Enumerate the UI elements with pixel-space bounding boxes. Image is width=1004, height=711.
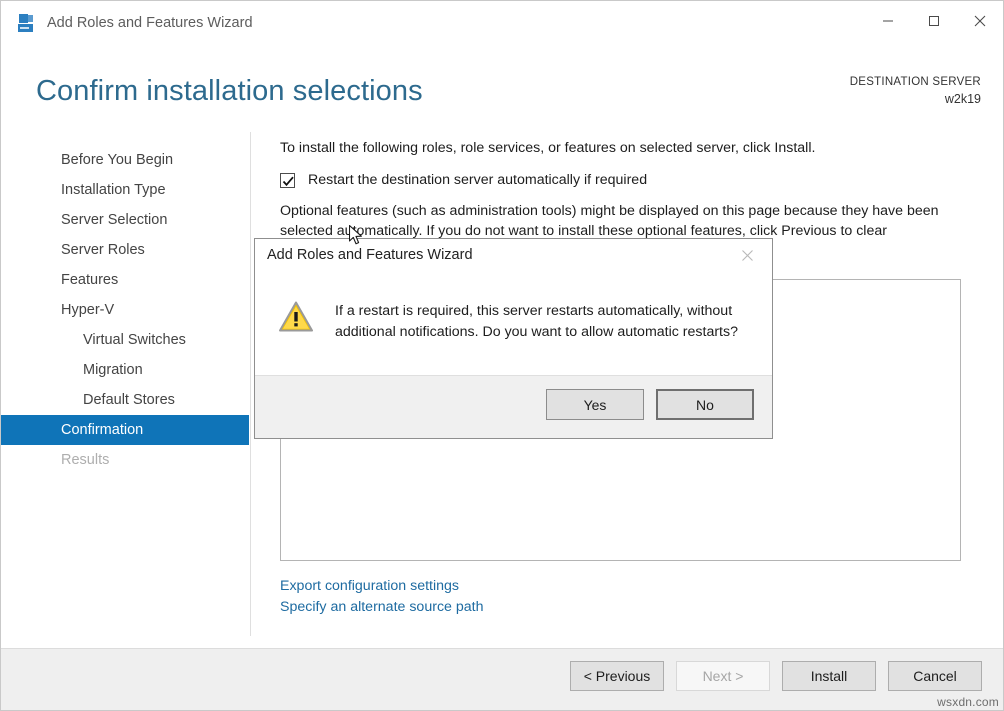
sidebar-item-installation-type[interactable]: Installation Type	[1, 175, 251, 205]
destination-server: DESTINATION SERVER w2k19	[850, 74, 981, 108]
minimize-icon[interactable]	[865, 1, 911, 41]
maximize-icon[interactable]	[911, 1, 957, 41]
watermark: wsxdn.com	[937, 695, 999, 709]
optional-features-note: Optional features (such as administratio…	[280, 201, 950, 241]
dialog-button-bar: Yes No	[255, 375, 772, 438]
dialog-no-button[interactable]: No	[656, 389, 754, 420]
sidebar-item-features[interactable]: Features	[1, 265, 251, 295]
sidebar-item-results: Results	[1, 445, 251, 475]
specify-alternate-source-path-link[interactable]: Specify an alternate source path	[280, 597, 483, 618]
dialog-title: Add Roles and Features Wizard	[267, 247, 473, 263]
sidebar-item-default-stores[interactable]: Default Stores	[1, 385, 251, 415]
server-icon	[18, 14, 37, 33]
dialog-buttons: Yes No	[546, 389, 754, 420]
sidebar-item-server-selection[interactable]: Server Selection	[1, 205, 251, 235]
close-icon[interactable]	[726, 240, 768, 270]
restart-checkbox-row[interactable]: Restart the destination server automatic…	[280, 172, 647, 188]
dialog-message-row: If a restart is required, this server re…	[279, 301, 745, 343]
destination-server-name: w2k19	[850, 91, 981, 108]
previous-button[interactable]: < Previous	[570, 661, 664, 691]
close-icon[interactable]	[957, 1, 1003, 41]
sidebar-item-hyper-v[interactable]: Hyper-V	[1, 295, 251, 325]
dialog-message: If a restart is required, this server re…	[335, 301, 745, 343]
window-controls	[865, 1, 1003, 41]
footer-buttons: < Previous Next > Install Cancel	[570, 661, 982, 691]
confirm-restart-dialog: Add Roles and Features Wizard If a resta…	[254, 238, 773, 439]
page-title: Confirm installation selections	[36, 75, 423, 108]
content-links: Export configuration settings Specify an…	[280, 576, 483, 618]
restart-checkbox-label: Restart the destination server automatic…	[308, 172, 647, 188]
export-configuration-settings-link[interactable]: Export configuration settings	[280, 576, 483, 597]
sidebar-item-migration[interactable]: Migration	[1, 355, 251, 385]
wizard-window: Add Roles and Features Wizard Confirm in…	[0, 0, 1004, 711]
cancel-button[interactable]: Cancel	[888, 661, 982, 691]
wizard-navigation: Before You BeginInstallation TypeServer …	[1, 132, 251, 648]
window-title: Add Roles and Features Wizard	[47, 14, 253, 33]
restart-checkbox[interactable]	[280, 173, 295, 188]
dialog-body: If a restart is required, this server re…	[255, 281, 772, 375]
destination-server-label: DESTINATION SERVER	[850, 74, 981, 91]
sidebar-item-virtual-switches[interactable]: Virtual Switches	[1, 325, 251, 355]
next-button: Next >	[676, 661, 770, 691]
instruction-text: To install the following roles, role ser…	[280, 140, 815, 156]
dialog-yes-button[interactable]: Yes	[546, 389, 644, 420]
warning-icon	[279, 301, 313, 332]
sidebar-item-server-roles[interactable]: Server Roles	[1, 235, 251, 265]
dialog-title-bar: Add Roles and Features Wizard	[255, 239, 772, 281]
heading-row: Confirm installation selections DESTINAT…	[1, 48, 1003, 132]
sidebar-item-confirmation[interactable]: Confirmation	[1, 415, 249, 445]
wizard-footer: < Previous Next > Install Cancel	[1, 648, 1003, 710]
title-bar-left: Add Roles and Features Wizard	[1, 1, 253, 33]
install-button[interactable]: Install	[782, 661, 876, 691]
title-bar: Add Roles and Features Wizard	[1, 1, 1003, 48]
sidebar-item-before-you-begin[interactable]: Before You Begin	[1, 145, 251, 175]
